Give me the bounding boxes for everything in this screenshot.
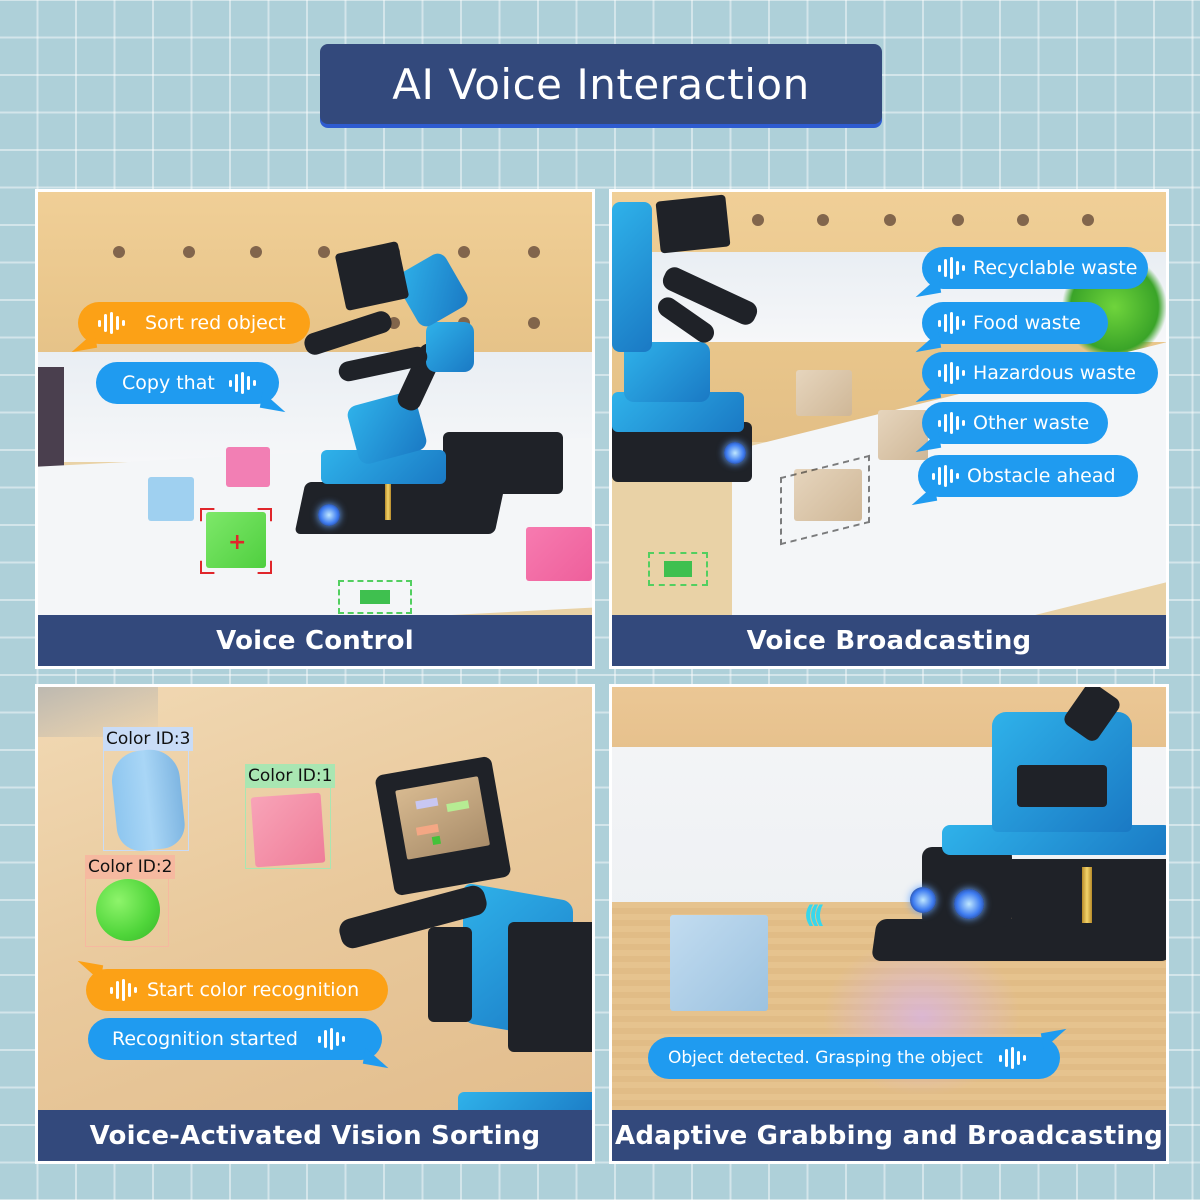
voice-wave-icon xyxy=(938,412,965,434)
bubble-text: Food waste xyxy=(973,312,1081,334)
chat-bubble-broadcast: Hazardous waste xyxy=(912,352,1158,403)
chat-bubble-robot: Object detected. Grasping the object xyxy=(648,1028,1070,1079)
pink-cube xyxy=(250,792,326,868)
panel-caption: Voice Control xyxy=(38,615,592,666)
signal-waves-icon: ))) xyxy=(810,901,825,929)
title-banner: AI Voice Interaction xyxy=(320,44,882,124)
voice-wave-icon xyxy=(98,312,125,334)
chat-bubble-user: Sort red object xyxy=(68,302,310,353)
photo-voice-control: + xyxy=(38,192,592,618)
voice-wave-icon xyxy=(938,362,965,384)
chat-bubble-robot: Recognition started xyxy=(88,1018,392,1069)
ultrasonic-sensor xyxy=(910,887,936,913)
panel-voice-control: + Sort red object Copy that Voice Contro… xyxy=(35,189,595,669)
robot-base xyxy=(871,919,1166,961)
pink-cube xyxy=(526,527,592,581)
panel-caption: Voice-Activated Vision Sorting xyxy=(38,1110,592,1161)
voice-wave-icon xyxy=(932,465,959,487)
chat-bubble-broadcast: Recyclable waste xyxy=(912,247,1148,298)
bubble-text: Start color recognition xyxy=(147,979,360,1001)
wooden-cube xyxy=(796,370,852,416)
servo-motor xyxy=(1017,765,1107,807)
bubble-text: Hazardous waste xyxy=(973,362,1136,384)
ultrasonic-sensor xyxy=(318,504,340,526)
blue-cylinder xyxy=(108,746,188,854)
panel-caption: Adaptive Grabbing and Broadcasting xyxy=(612,1110,1166,1161)
camera-module xyxy=(655,194,731,254)
voice-wave-icon xyxy=(317,1028,345,1050)
pink-cube xyxy=(226,447,270,487)
chat-bubble-broadcast: Food waste xyxy=(912,302,1108,353)
bubble-text: Other waste xyxy=(973,412,1090,434)
bubble-text: Recognition started xyxy=(112,1028,298,1050)
camera-screen xyxy=(395,776,491,860)
caption-text: Voice-Activated Vision Sorting xyxy=(89,1120,541,1151)
caption-text: Voice Broadcasting xyxy=(746,625,1032,656)
robot-joint xyxy=(426,322,474,372)
panel-vision-sorting: Color ID:3 Color ID:1 Color ID:2 Start c… xyxy=(35,684,595,1164)
bubble-text: Copy that xyxy=(122,372,215,394)
detection-label: Color ID:1 xyxy=(245,764,336,788)
bubble-text: Sort red object xyxy=(145,312,286,334)
panel-voice-broadcasting: Recyclable waste Food waste Hazardous wa… xyxy=(609,189,1169,669)
voice-wave-icon xyxy=(938,257,965,279)
chat-bubble-robot: Copy that xyxy=(96,362,289,413)
book-stack xyxy=(38,367,64,477)
servo-motor xyxy=(508,922,592,1052)
caption-text: Voice Control xyxy=(216,625,414,656)
bubble-text: Object detected. Grasping the object xyxy=(668,1048,983,1068)
voice-wave-icon xyxy=(938,312,965,334)
voice-wave-icon xyxy=(228,372,256,394)
ultrasonic-sensor xyxy=(724,442,746,464)
camera-screen-housing xyxy=(374,755,512,897)
panel-caption: Voice Broadcasting xyxy=(612,615,1166,666)
green-drop-zone xyxy=(338,580,412,614)
voice-wave-icon xyxy=(998,1047,1026,1069)
green-drop-zone xyxy=(648,552,708,586)
chat-bubble-broadcast: Obstacle ahead xyxy=(908,455,1138,506)
detection-label: Color ID:3 xyxy=(103,727,194,751)
page-title: AI Voice Interaction xyxy=(392,59,810,109)
detection-label: Color ID:2 xyxy=(85,855,176,879)
controller-box xyxy=(443,432,563,494)
ultrasonic-sensor xyxy=(954,889,984,919)
chat-bubble-user: Start color recognition xyxy=(74,960,388,1011)
bubble-text: Recyclable waste xyxy=(973,257,1138,279)
blue-cube xyxy=(148,477,194,521)
voice-wave-icon xyxy=(110,979,137,1001)
caption-text: Adaptive Grabbing and Broadcasting xyxy=(615,1120,1163,1151)
robot-arm-segment xyxy=(612,202,652,352)
panel-adaptive-grabbing: ))) Object detected. Grasping the object… xyxy=(609,684,1169,1164)
blue-foam-cube xyxy=(670,915,768,1011)
chat-bubble-broadcast: Other waste xyxy=(912,402,1108,453)
bubble-text: Obstacle ahead xyxy=(967,465,1116,487)
target-crosshair-icon: + xyxy=(228,530,247,555)
green-ball xyxy=(96,879,160,941)
